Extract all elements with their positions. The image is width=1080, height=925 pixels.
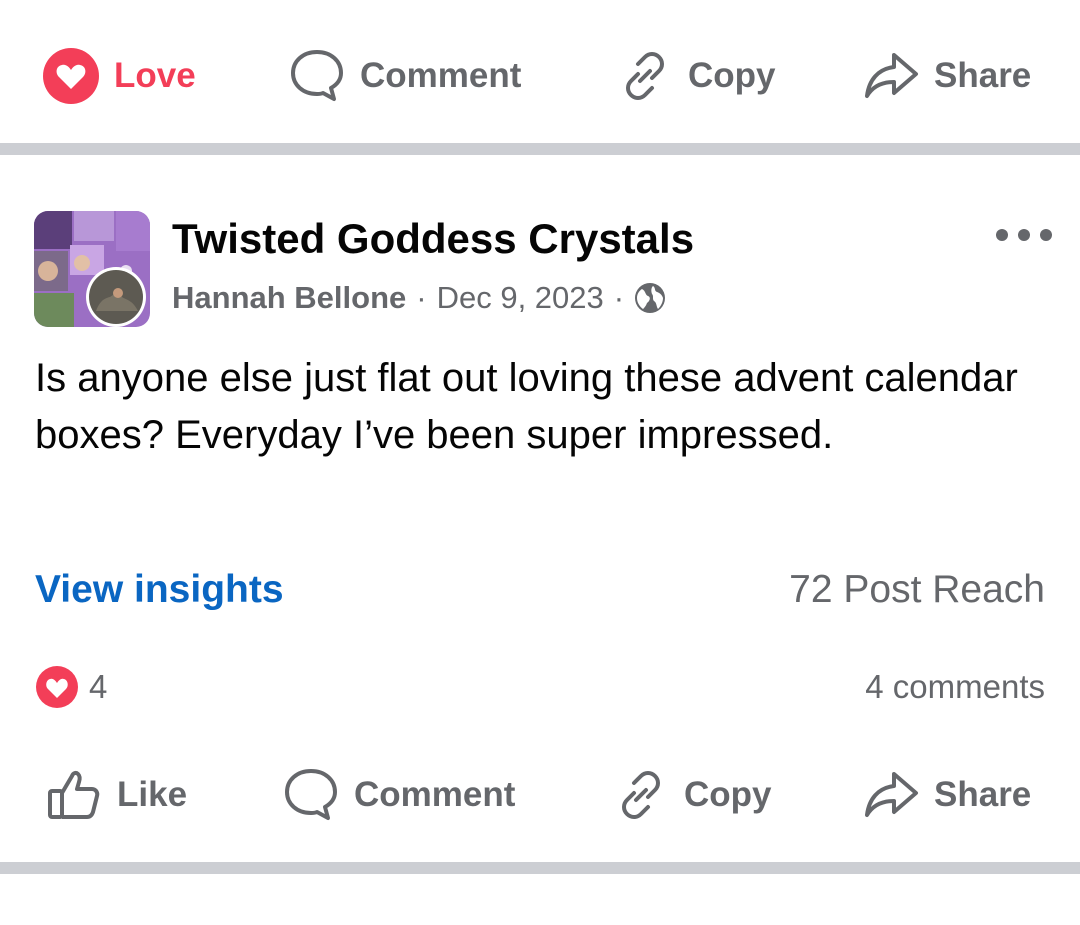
comment-label: Comment bbox=[354, 775, 516, 814]
comment-button[interactable]: Comment bbox=[288, 36, 521, 116]
more-options-icon[interactable] bbox=[996, 222, 1052, 248]
post-divider bbox=[0, 143, 1080, 155]
comment-icon bbox=[282, 766, 340, 824]
meta-separator: · bbox=[613, 280, 625, 315]
link-icon bbox=[616, 47, 674, 105]
copy-button[interactable]: Copy bbox=[616, 36, 776, 116]
reaction-summary[interactable]: 4 bbox=[35, 665, 107, 709]
comment-button[interactable]: Comment bbox=[282, 755, 515, 835]
share-icon bbox=[862, 766, 920, 824]
comment-icon bbox=[288, 47, 346, 105]
share-label: Share bbox=[934, 56, 1032, 95]
copy-label: Copy bbox=[688, 56, 776, 95]
copy-label: Copy bbox=[684, 775, 772, 814]
like-label: Like bbox=[117, 775, 188, 814]
top-action-bar: Love Comment Copy Share bbox=[0, 36, 1080, 116]
page-name[interactable]: Twisted Goddess Crystals bbox=[172, 215, 694, 263]
post-action-bar: Like Comment Copy Share bbox=[0, 755, 1080, 835]
meta-separator: · bbox=[416, 280, 427, 315]
post-divider bbox=[0, 862, 1080, 874]
comment-label: Comment bbox=[360, 56, 522, 95]
globe-icon bbox=[634, 282, 666, 314]
post-meta: Hannah Bellone · Dec 9, 2023 · bbox=[172, 280, 666, 316]
reaction-count: 4 bbox=[89, 668, 108, 705]
like-button[interactable]: Like bbox=[45, 755, 187, 835]
copy-button[interactable]: Copy bbox=[612, 755, 772, 835]
love-button[interactable]: Love bbox=[42, 36, 196, 116]
share-label: Share bbox=[934, 775, 1032, 814]
link-icon bbox=[612, 766, 670, 824]
share-button[interactable]: Share bbox=[862, 755, 1031, 835]
view-insights-link[interactable]: View insights bbox=[35, 568, 284, 612]
love-reaction-icon bbox=[35, 665, 79, 709]
author-name[interactable]: Hannah Bellone bbox=[172, 280, 406, 316]
comments-count[interactable]: 4 comments bbox=[865, 668, 1045, 706]
thumbs-up-icon bbox=[45, 766, 103, 824]
post-reach: 72 Post Reach bbox=[789, 568, 1045, 611]
post-text: Is anyone else just flat out loving thes… bbox=[35, 356, 1018, 457]
page-avatar[interactable] bbox=[34, 211, 150, 327]
love-reaction-icon bbox=[42, 47, 100, 105]
share-icon bbox=[862, 47, 920, 105]
love-label: Love bbox=[114, 56, 196, 95]
post-date[interactable]: Dec 9, 2023 bbox=[437, 280, 604, 316]
share-button[interactable]: Share bbox=[862, 36, 1031, 116]
